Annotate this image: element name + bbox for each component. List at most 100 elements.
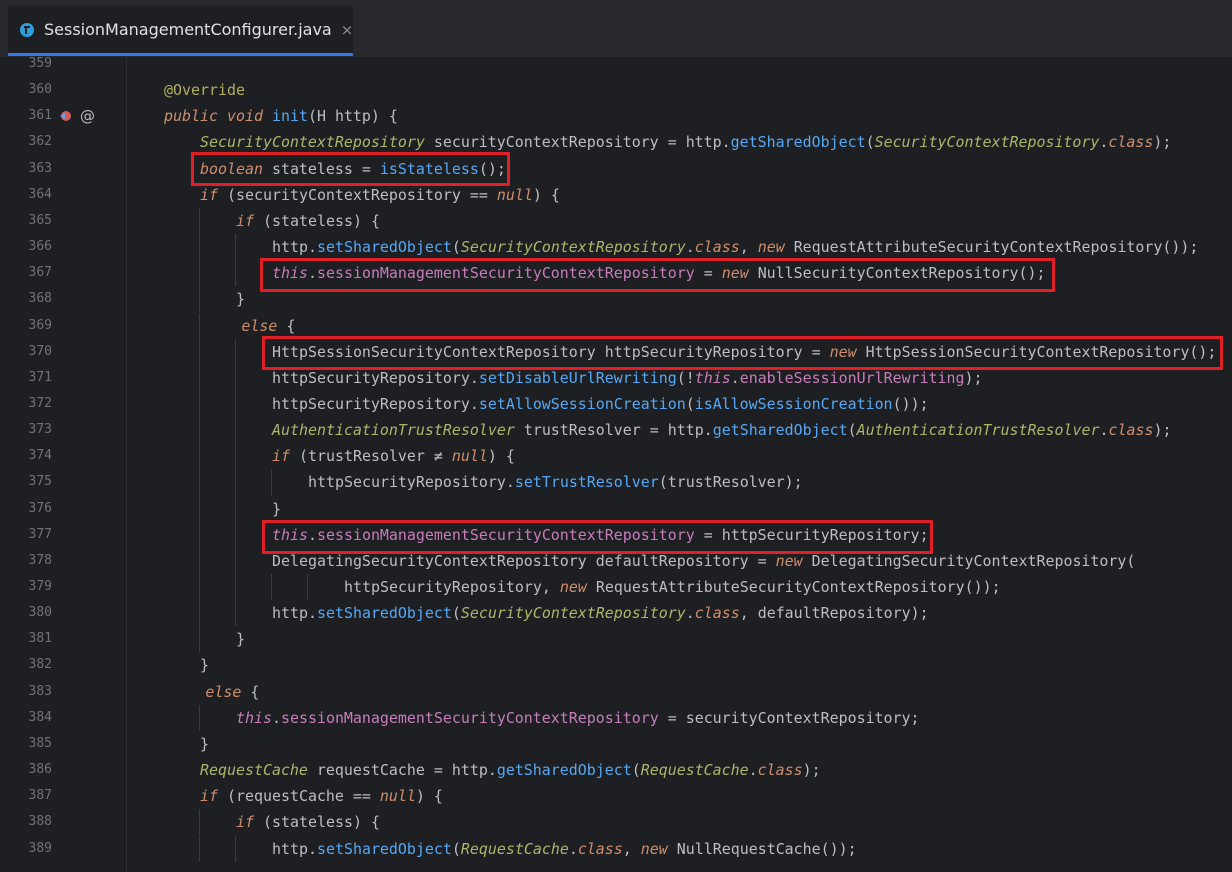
line-number: 378 [28,552,52,568]
indent-guide [199,809,200,836]
line-number: 374 [28,448,52,464]
indent-guide [199,443,200,470]
indent-guide [235,600,236,627]
code-line[interactable]: http.setSharedObject(SecurityContextRepo… [272,234,1198,260]
indent-guide [199,574,200,601]
indent-guide [235,521,236,548]
indent-guide [199,417,200,444]
code-line[interactable]: httpSecurityRepository, new RequestAttri… [344,574,1001,600]
line-number-gutter: 359 360 361 362 363 364 365 366 367 368 369 370 371 3… [0,57,127,872]
indent-guide [235,469,236,496]
line-number: 365 [28,212,52,228]
tab-label: SessionManagementConfigurer.java [44,20,332,39]
indent-guide [199,600,200,627]
java-class-icon [18,21,36,39]
line-number: 367 [28,265,52,281]
indent-guide [199,495,200,522]
code-line[interactable]: if (trustResolver ≠ null) { [272,443,515,469]
line-number: 366 [28,239,52,255]
line-number: 381 [28,631,52,647]
indent-guide [271,469,272,496]
code-line[interactable]: } [200,652,209,678]
indent-guide [199,286,200,313]
line-number: 361 [28,108,52,124]
line-number: 370 [28,343,52,359]
line-number: 382 [28,657,52,673]
code-line[interactable]: } [272,496,281,522]
line-number: 385 [28,735,52,751]
indent-guide [199,704,200,731]
indent-guide [199,312,200,339]
code-line[interactable]: http.setSharedObject(SecurityContextRepo… [272,600,929,626]
line-number: 364 [28,186,52,202]
indent-guide [199,547,200,574]
indent-guide [235,495,236,522]
indent-guide [235,574,236,601]
line-number: 363 [28,160,52,176]
code-line[interactable]: AuthenticationTrustResolver trustResolve… [272,417,1171,443]
code-line[interactable]: if (requestCache == null) { [200,783,443,809]
indent-guide [235,338,236,365]
line-number: 369 [28,317,52,333]
line-number: 386 [28,762,52,778]
code-line[interactable]: public void init(H http) { [164,103,398,129]
indent-guide [235,364,236,391]
highlight-box [262,336,1223,370]
override-method-icon[interactable] [58,108,74,124]
line-number: 389 [28,840,52,856]
indent-guide [235,547,236,574]
line-number: 368 [28,291,52,307]
annotation-marker-icon[interactable]: @ [80,103,95,129]
close-icon[interactable]: × [341,21,354,39]
indent-guide [235,234,236,261]
indent-guide [199,521,200,548]
code-line[interactable]: } [200,731,209,757]
code-line[interactable]: RequestCache requestCache = http.getShar… [200,757,821,783]
tab-session-management-configurer[interactable]: SessionManagementConfigurer.java × [8,6,353,56]
line-number: 379 [28,579,52,594]
line-number: 383 [28,683,52,699]
indent-guide [307,574,308,601]
highlight-box [262,520,933,554]
indent-guide [235,443,236,470]
line-number: 373 [28,422,52,438]
line-number: 380 [28,605,52,621]
code-line[interactable]: @Override [164,77,245,103]
indent-guide [199,626,200,653]
indent-guide [199,835,200,862]
indent-guide [199,260,200,287]
code-line[interactable]: else { [241,313,295,339]
code-line[interactable]: if (stateless) { [236,809,380,835]
code-line[interactable]: this.sessionManagementSecurityContextRep… [236,705,920,731]
line-number: 376 [28,500,52,516]
indent-guide [235,390,236,418]
line-number: 360 [28,82,52,98]
code-editor[interactable]: 359 360 361 362 363 364 365 366 367 368 369 370 371 3… [0,57,1232,872]
code-line[interactable]: if (stateless) { [236,208,380,234]
highlight-box [260,258,1055,292]
indent-guide [235,417,236,444]
indent-guide [235,835,236,862]
code-line[interactable]: else { [205,679,259,705]
indent-guide [235,260,236,287]
line-number: 387 [28,788,52,804]
indent-guide [199,207,200,235]
editor-tab-bar: SessionManagementConfigurer.java × [0,0,1232,58]
indent-guide [199,364,200,391]
indent-guide [199,234,200,261]
code-line[interactable]: } [236,626,245,652]
code-line[interactable]: httpSecurityRepository.setTrustResolver(… [308,469,803,495]
line-number: 372 [28,395,52,411]
line-number: 388 [28,814,52,830]
indent-guide [271,574,272,601]
code-line[interactable]: httpSecurityRepository.setAllowSessionCr… [272,391,929,417]
indent-guide [199,469,200,496]
highlight-box [191,152,510,186]
line-number: 377 [28,526,52,542]
line-number: 384 [28,709,52,725]
indent-guide [199,338,200,365]
code-line[interactable]: http.setSharedObject(RequestCache.class,… [272,836,857,862]
line-number: 375 [28,474,52,490]
code-line[interactable]: } [236,286,245,312]
line-number: 359 [28,57,52,71]
